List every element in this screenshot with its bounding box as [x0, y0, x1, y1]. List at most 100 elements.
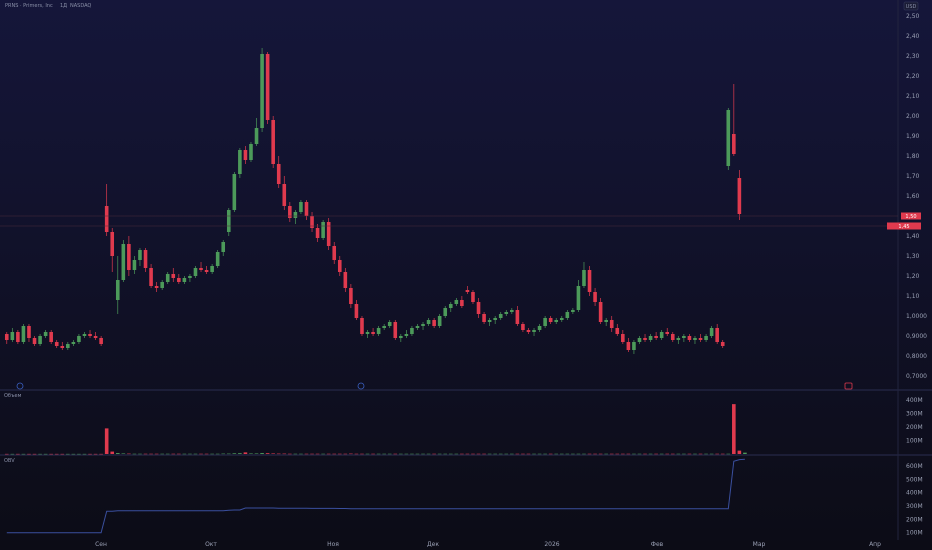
volume-bar [571, 453, 575, 455]
volume-tick-label: 300M [906, 411, 923, 418]
candle-body [415, 326, 420, 328]
price-tick-label: 0,9000 [906, 333, 927, 340]
candle-body [315, 228, 320, 238]
candle-body [360, 318, 364, 334]
volume-bar [376, 453, 381, 455]
candle-body [88, 334, 92, 336]
price-tick-label: 2,10 [906, 93, 920, 100]
candle-body [4, 334, 9, 340]
volume-bar [93, 453, 98, 455]
volume-bar [626, 453, 631, 455]
candle-body [304, 202, 309, 216]
volume-bar [726, 453, 731, 455]
volume-bar [215, 453, 220, 455]
candle-body [609, 320, 614, 328]
volume-bar [465, 453, 470, 455]
volume-bar [743, 452, 747, 454]
volume-bar [188, 453, 192, 455]
candle-body [548, 318, 553, 322]
candle-body [387, 322, 392, 326]
candle-body [49, 332, 53, 342]
volume-bar [127, 453, 131, 455]
volume-bar [10, 453, 15, 455]
candle-body [670, 334, 675, 340]
obv-tick-label: 600M [906, 463, 923, 470]
candle-body [421, 324, 425, 326]
volume-bar [504, 453, 509, 455]
candle-body [532, 330, 536, 332]
volume-bar [66, 453, 70, 455]
candle-body [199, 268, 203, 270]
volume-bar [576, 453, 581, 455]
candle-body [265, 54, 270, 120]
volume-bar [648, 453, 653, 455]
candle-body [465, 290, 470, 292]
candle-body [99, 338, 103, 344]
volume-bar [548, 453, 553, 455]
obv-tick-label: 200M [906, 516, 923, 523]
candle-body [443, 308, 448, 316]
volume-bar [182, 453, 187, 455]
candle-body [676, 338, 681, 340]
volume-bar [21, 453, 26, 455]
candle-body [726, 110, 731, 166]
candle-body [204, 270, 209, 272]
volume-tick-label: 100M [906, 438, 923, 445]
volume-bar [54, 453, 59, 455]
candle-body [471, 292, 475, 302]
candle-body [510, 310, 514, 312]
volume-bar [60, 453, 65, 455]
candle-body [337, 260, 342, 272]
volume-bar [38, 453, 42, 455]
volume-bar [232, 453, 237, 454]
candle-body [221, 242, 226, 252]
candle-body [504, 312, 509, 314]
price-tick-label: 1,60 [906, 193, 920, 200]
volume-bar [293, 453, 298, 455]
candle-body [737, 178, 742, 214]
volume-bar [165, 453, 170, 455]
volume-bar [670, 453, 675, 455]
candle-body [404, 334, 409, 336]
symbol-title[interactable]: PRNS · Primers, Inc [5, 3, 53, 9]
volume-bar [604, 453, 608, 455]
chart-canvas[interactable]: 2,50 2,40 2,30 2,20 2,10 2,00 1,90 1,80 1,70 1,60… [0, 0, 932, 550]
candle-body [537, 326, 542, 330]
volume-bar [565, 453, 570, 455]
volume-bar [587, 453, 592, 455]
volume-bar [32, 453, 37, 455]
candle-body [226, 210, 231, 232]
volume-bar [160, 453, 164, 455]
obv-tick-label: 400M [906, 490, 923, 497]
candle-body [482, 314, 486, 322]
volume-bar [609, 453, 614, 455]
volume-bar [16, 453, 20, 455]
candle-body [393, 322, 398, 338]
candle-body [476, 302, 481, 314]
candle-body [127, 244, 131, 270]
volume-bar [249, 453, 253, 454]
candle-body [132, 260, 137, 270]
candle-body [177, 278, 181, 282]
candle-body [637, 338, 642, 342]
candle-body [426, 320, 431, 324]
candle-body [43, 332, 48, 336]
candle-body [276, 164, 281, 184]
volume-bar [104, 428, 109, 454]
candle-body [682, 336, 686, 338]
volume-bar [621, 453, 625, 455]
volume-bar [115, 453, 120, 454]
volume-bar [321, 453, 325, 455]
candle-body [687, 336, 692, 340]
price-tick-label: 2,50 [906, 13, 920, 20]
volume-bar [349, 453, 353, 455]
candle-body [382, 326, 386, 328]
volume-bar [82, 453, 87, 455]
volume-bar [221, 453, 226, 455]
candle-body [299, 202, 303, 212]
candle-body [604, 320, 608, 322]
candle-body [487, 320, 492, 322]
interval-label[interactable]: 1Д [60, 3, 67, 9]
current-price-label: 1,50 [905, 214, 916, 220]
candle-body [704, 336, 708, 340]
